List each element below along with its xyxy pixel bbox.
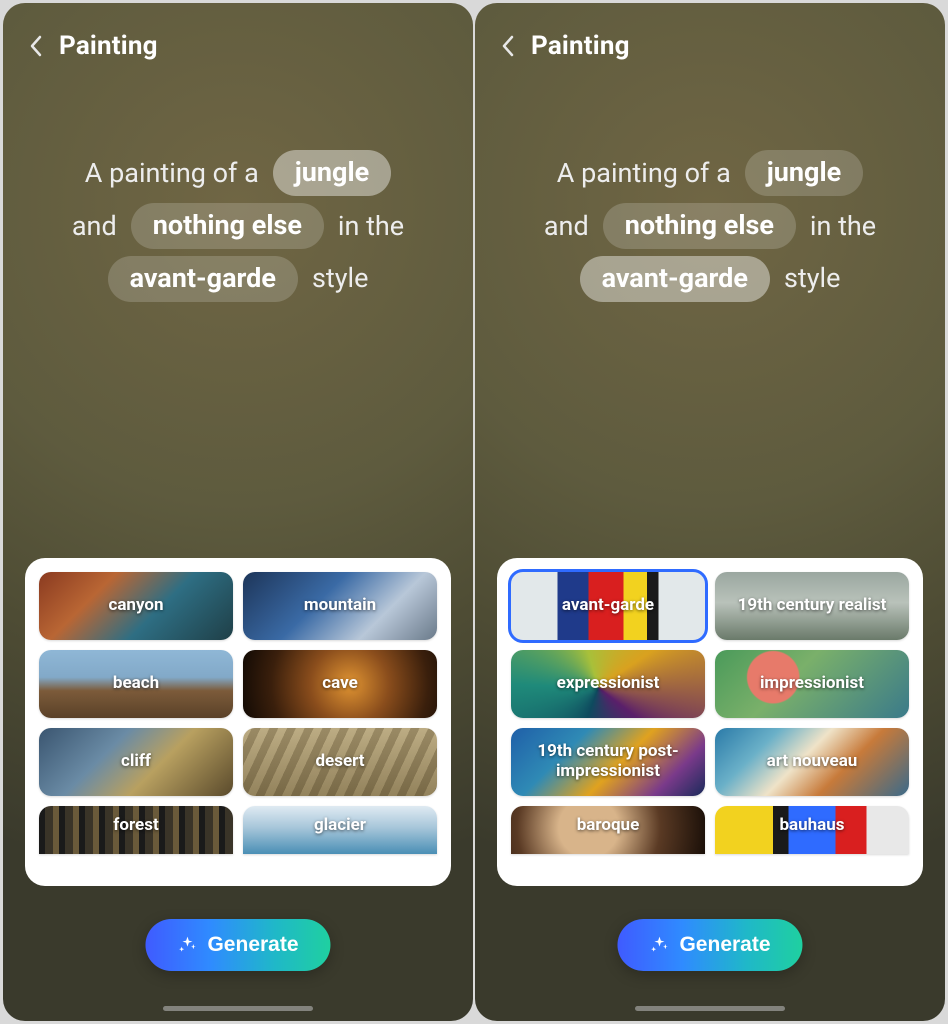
option-tile[interactable]: glacier (243, 806, 437, 854)
prompt-sentence: A painting of a jungle and nothing else … (3, 71, 473, 305)
prompt-chip-modifier[interactable]: nothing else (131, 203, 324, 249)
option-label: 19th century post-impressionist (519, 742, 697, 781)
option-tile[interactable]: canyon (39, 572, 233, 640)
prompt-sentence: A painting of a jungle and nothing else … (475, 71, 945, 305)
option-picker: avant-garde 19th century realist expressio… (497, 558, 923, 886)
option-tile[interactable]: 19th century post-impressionist (511, 728, 705, 796)
generate-button[interactable]: Generate (145, 919, 330, 971)
screen-right: Painting A painting of a jungle and noth… (475, 3, 945, 1021)
header: Painting (3, 3, 473, 71)
option-label: avant-garde (562, 596, 654, 616)
option-label: canyon (108, 596, 163, 616)
option-tile[interactable]: mountain (243, 572, 437, 640)
generate-label: Generate (207, 933, 298, 957)
header: Painting (475, 3, 945, 71)
option-tile[interactable]: beach (39, 650, 233, 718)
option-tile[interactable]: cave (243, 650, 437, 718)
option-label: 19th century realist (738, 596, 887, 616)
generate-button[interactable]: Generate (617, 919, 802, 971)
option-label: cave (322, 674, 358, 694)
screen-left: Painting A painting of a jungle and noth… (3, 3, 473, 1021)
option-picker: canyon mountain beach cave cliff desert forest… (25, 558, 451, 886)
sparkle-icon (177, 935, 197, 955)
option-tile[interactable]: 19th century realist (715, 572, 909, 640)
back-icon[interactable] (501, 34, 515, 58)
home-indicator[interactable] (635, 1006, 785, 1011)
page-title: Painting (531, 31, 630, 61)
option-label: art nouveau (767, 752, 858, 772)
option-tile[interactable]: cliff (39, 728, 233, 796)
option-label: cliff (121, 752, 151, 772)
option-label: beach (113, 674, 159, 694)
sparkle-icon (649, 935, 669, 955)
prompt-prefix: A painting of a (557, 147, 731, 200)
option-label: mountain (304, 596, 376, 616)
option-label: bauhaus (779, 816, 844, 836)
option-tile[interactable]: avant-garde (511, 572, 705, 640)
option-tile[interactable]: forest (39, 806, 233, 854)
option-label: baroque (577, 816, 640, 836)
prompt-chip-modifier[interactable]: nothing else (603, 203, 796, 249)
option-label: desert (315, 752, 364, 772)
prompt-chip-style[interactable]: avant-garde (108, 256, 298, 302)
prompt-mid1: and (72, 200, 117, 253)
option-tile[interactable]: impressionist (715, 650, 909, 718)
option-label: glacier (314, 816, 366, 836)
prompt-mid2: in the (810, 200, 876, 253)
prompt-suffix: style (312, 252, 368, 305)
prompt-suffix: style (784, 252, 840, 305)
option-label: expressionist (557, 674, 660, 694)
option-label: forest (113, 816, 158, 836)
generate-label: Generate (679, 933, 770, 957)
back-icon[interactable] (29, 34, 43, 58)
prompt-mid2: in the (338, 200, 404, 253)
prompt-mid1: and (544, 200, 589, 253)
prompt-chip-subject[interactable]: jungle (273, 150, 391, 196)
prompt-chip-subject[interactable]: jungle (745, 150, 863, 196)
option-tile[interactable]: expressionist (511, 650, 705, 718)
prompt-chip-style[interactable]: avant-garde (580, 256, 770, 302)
page-title: Painting (59, 31, 158, 61)
option-tile[interactable]: art nouveau (715, 728, 909, 796)
option-label: impressionist (760, 674, 864, 694)
option-tile[interactable]: bauhaus (715, 806, 909, 854)
prompt-prefix: A painting of a (85, 147, 259, 200)
option-tile[interactable]: baroque (511, 806, 705, 854)
home-indicator[interactable] (163, 1006, 313, 1011)
option-tile[interactable]: desert (243, 728, 437, 796)
